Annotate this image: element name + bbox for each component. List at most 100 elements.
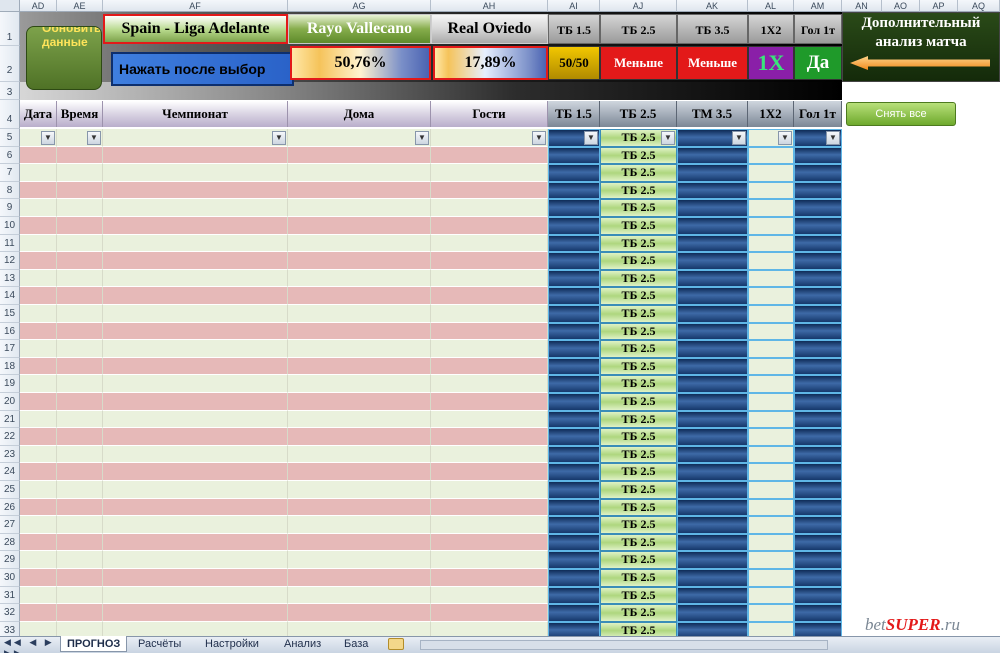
tb25-cell[interactable]: ТБ 2.5 bbox=[600, 516, 677, 534]
grid-cell[interactable] bbox=[57, 586, 103, 605]
grid-cell[interactable] bbox=[103, 569, 288, 587]
grid-cell[interactable] bbox=[20, 340, 57, 358]
grid-cell[interactable] bbox=[431, 129, 548, 147]
tab-calculations[interactable]: Расчёты bbox=[132, 636, 187, 652]
row-header[interactable]: 4 bbox=[0, 100, 20, 129]
grid-cell[interactable] bbox=[288, 129, 431, 147]
filter-dropdown-icon[interactable]: ▼ bbox=[41, 131, 55, 145]
blue-cell[interactable] bbox=[677, 269, 748, 288]
grid-cell[interactable] bbox=[20, 146, 57, 165]
blue-cell[interactable] bbox=[548, 340, 600, 358]
tab-nav-arrows[interactable]: ◀◀ ◀ ▶ ▶▶ bbox=[4, 637, 58, 653]
row-header[interactable]: 7 bbox=[0, 164, 20, 182]
grid-cell[interactable] bbox=[431, 498, 548, 517]
grid-cell[interactable] bbox=[103, 287, 288, 305]
grid-cell[interactable] bbox=[288, 252, 431, 270]
tb25-cell[interactable]: ТБ 2.5 bbox=[600, 305, 677, 323]
row-header[interactable]: 28 bbox=[0, 533, 20, 552]
blue-cell[interactable] bbox=[548, 428, 600, 446]
col-header[interactable]: AP bbox=[920, 0, 958, 12]
grid-cell[interactable] bbox=[431, 586, 548, 605]
row-header[interactable]: 13 bbox=[0, 269, 20, 288]
insert-sheet-icon[interactable] bbox=[388, 638, 404, 650]
grid-cell[interactable] bbox=[748, 498, 794, 517]
row-header[interactable]: 14 bbox=[0, 287, 20, 305]
col-header[interactable]: AI bbox=[548, 0, 600, 12]
tb25-cell[interactable]: ТБ 2.5 bbox=[600, 393, 677, 411]
blue-cell[interactable] bbox=[794, 146, 842, 165]
grid-cell[interactable] bbox=[748, 463, 794, 481]
grid-cell[interactable] bbox=[431, 357, 548, 376]
grid-cell[interactable] bbox=[103, 357, 288, 376]
grid-cell[interactable] bbox=[431, 393, 548, 411]
row-header[interactable]: 32 bbox=[0, 604, 20, 622]
grid-cell[interactable] bbox=[288, 393, 431, 411]
blue-cell[interactable] bbox=[677, 516, 748, 534]
grid-cell[interactable] bbox=[57, 604, 103, 622]
blue-cell[interactable] bbox=[794, 305, 842, 323]
tab-database[interactable]: База bbox=[338, 636, 374, 652]
grid-cell[interactable] bbox=[57, 410, 103, 429]
blue-cell[interactable] bbox=[794, 217, 842, 235]
col-header[interactable]: AJ bbox=[600, 0, 677, 12]
blue-cell[interactable] bbox=[677, 604, 748, 622]
grid-cell[interactable] bbox=[288, 481, 431, 499]
blue-cell[interactable] bbox=[548, 498, 600, 517]
grid-cell[interactable] bbox=[431, 375, 548, 393]
blue-cell[interactable] bbox=[794, 164, 842, 182]
grid-cell[interactable] bbox=[748, 199, 794, 217]
blue-cell[interactable] bbox=[677, 463, 748, 481]
grid-cell[interactable] bbox=[103, 199, 288, 217]
row-header[interactable]: 12 bbox=[0, 252, 20, 270]
grid-cell[interactable] bbox=[57, 305, 103, 323]
grid-cell[interactable] bbox=[20, 410, 57, 429]
grid-cell[interactable] bbox=[431, 463, 548, 481]
blue-cell[interactable] bbox=[677, 586, 748, 605]
row-header[interactable]: 2 bbox=[0, 46, 20, 82]
tb25-cell[interactable]: ТБ 2.5 bbox=[600, 569, 677, 587]
grid-cell[interactable] bbox=[748, 586, 794, 605]
grid-cell[interactable] bbox=[748, 164, 794, 182]
grid-cell[interactable] bbox=[748, 234, 794, 253]
tb25-cell[interactable]: ТБ 2.5 bbox=[600, 287, 677, 305]
row-header[interactable]: 30 bbox=[0, 569, 20, 587]
grid-cell[interactable] bbox=[20, 569, 57, 587]
tb25-cell[interactable]: ТБ 2.5 bbox=[600, 322, 677, 341]
blue-cell[interactable] bbox=[548, 586, 600, 605]
row-header[interactable]: 21 bbox=[0, 410, 20, 429]
grid-cell[interactable] bbox=[288, 569, 431, 587]
tb25-cell[interactable]: ТБ 2.5 bbox=[600, 498, 677, 517]
grid-cell[interactable] bbox=[20, 181, 57, 200]
grid-cell[interactable] bbox=[20, 375, 57, 393]
grid-cell[interactable] bbox=[20, 305, 57, 323]
row-header[interactable]: 27 bbox=[0, 516, 20, 534]
blue-cell[interactable] bbox=[677, 428, 748, 446]
blue-cell[interactable] bbox=[794, 551, 842, 569]
grid-cell[interactable] bbox=[20, 498, 57, 517]
grid-cell[interactable] bbox=[288, 181, 431, 200]
blue-cell[interactable] bbox=[548, 410, 600, 429]
blue-cell[interactable] bbox=[677, 164, 748, 182]
grid-cell[interactable] bbox=[20, 234, 57, 253]
blue-cell[interactable] bbox=[548, 357, 600, 376]
grid-cell[interactable] bbox=[103, 234, 288, 253]
grid-cell[interactable] bbox=[20, 428, 57, 446]
grid-cell[interactable] bbox=[748, 445, 794, 464]
col-header[interactable]: AO bbox=[882, 0, 920, 12]
grid-cell[interactable] bbox=[20, 551, 57, 569]
col-header[interactable]: AD bbox=[20, 0, 57, 12]
row-header[interactable]: 6 bbox=[0, 146, 20, 165]
grid-cell[interactable] bbox=[431, 322, 548, 341]
filter-dropdown-icon[interactable]: ▼ bbox=[532, 131, 546, 145]
grid-cell[interactable] bbox=[748, 569, 794, 587]
grid-cell[interactable] bbox=[288, 164, 431, 182]
grid-cell[interactable] bbox=[288, 269, 431, 288]
blue-cell[interactable] bbox=[794, 322, 842, 341]
grid-cell[interactable] bbox=[103, 393, 288, 411]
blue-cell[interactable] bbox=[548, 287, 600, 305]
row-header[interactable]: 26 bbox=[0, 498, 20, 517]
filter-dropdown-icon[interactable]: ▼ bbox=[826, 131, 840, 145]
grid-cell[interactable] bbox=[748, 516, 794, 534]
grid-cell[interactable] bbox=[431, 199, 548, 217]
grid-cell[interactable] bbox=[748, 269, 794, 288]
